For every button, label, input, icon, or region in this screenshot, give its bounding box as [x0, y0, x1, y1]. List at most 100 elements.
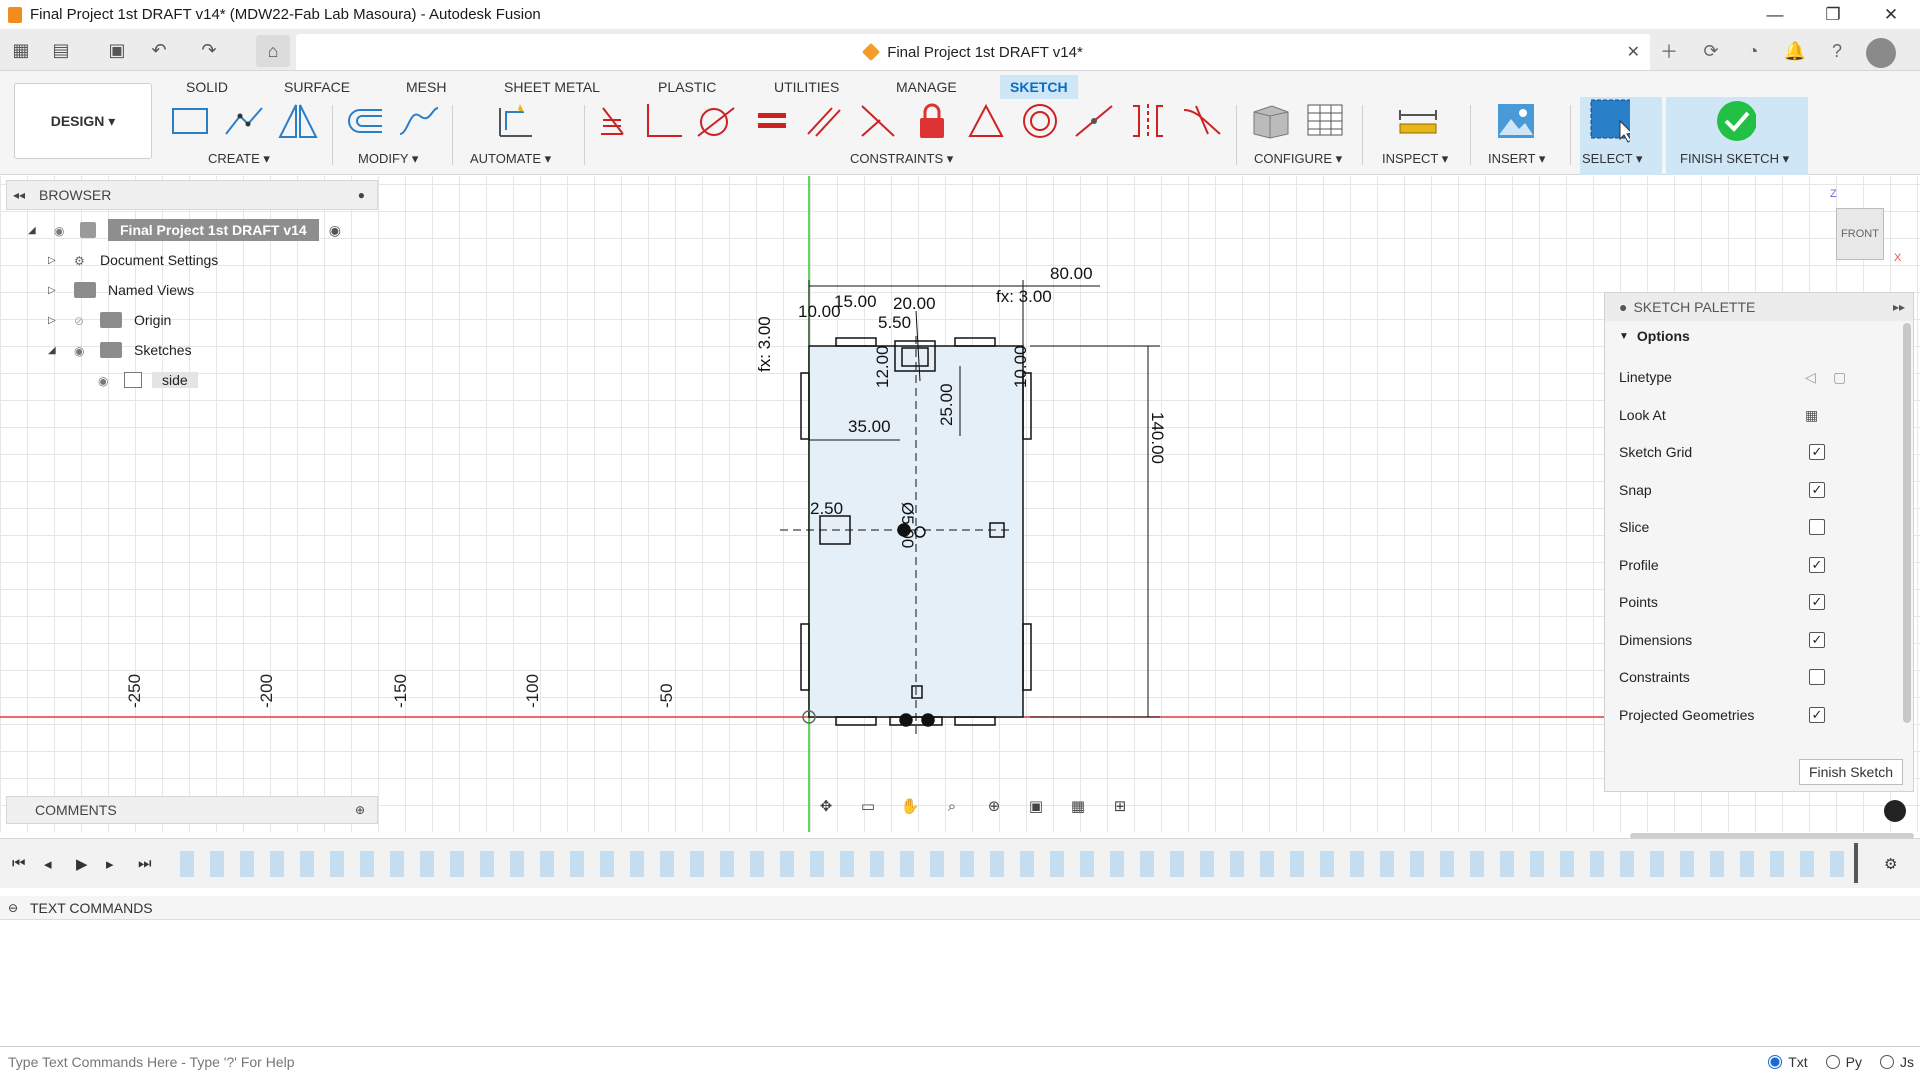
fix-lock-icon[interactable]: [912, 101, 952, 141]
look-at-calendar-icon[interactable]: ▦: [1805, 407, 1818, 424]
hidden-eye-icon[interactable]: ⊘: [74, 314, 92, 328]
create-menu[interactable]: CREATE ▾: [208, 151, 270, 167]
tab-solid[interactable]: SOLID: [176, 75, 238, 99]
file-menu-icon[interactable]: ▤: [50, 39, 72, 61]
midpoint-constraint-icon[interactable]: [1074, 101, 1114, 141]
expand-arrow-icon[interactable]: ▷: [48, 255, 62, 266]
select-window-icon[interactable]: [1590, 99, 1630, 143]
minimize-button[interactable]: —: [1746, 0, 1804, 29]
redo-icon[interactable]: ↷: [198, 39, 220, 61]
browser-root-row[interactable]: ◢ ◉ Final Project 1st DRAFT v14 ◉: [28, 218, 341, 242]
extensions-icon[interactable]: ⟳: [1698, 38, 1724, 64]
display-settings-icon[interactable]: ▣: [1020, 794, 1052, 818]
collinear-constraint-icon[interactable]: [858, 101, 898, 141]
dimensions-checkbox[interactable]: ✓: [1809, 632, 1825, 648]
text-command-input[interactable]: Type Text Commands Here - Type '?' For H…: [0, 1046, 1920, 1076]
configure-menu[interactable]: CONFIGURE ▾: [1254, 151, 1342, 167]
browser-panel-header[interactable]: ◂◂ BROWSER ●: [6, 180, 378, 210]
collapse-browser-icon[interactable]: ◂◂: [13, 188, 25, 202]
shortcut-icon[interactable]: [1884, 800, 1906, 822]
play-icon[interactable]: ▶: [76, 855, 88, 873]
pan-hand-icon[interactable]: ✋: [894, 794, 926, 818]
tab-sheet-metal[interactable]: SHEET METAL: [494, 75, 610, 99]
rectangle-tool-icon[interactable]: [170, 101, 210, 141]
step-back-icon[interactable]: ◂: [44, 855, 52, 873]
restore-button[interactable]: ❐: [1804, 0, 1862, 29]
orbit-icon[interactable]: ✥: [810, 794, 842, 818]
mode-js-radio[interactable]: Js: [1880, 1054, 1914, 1070]
look-at-icon[interactable]: ▭: [852, 794, 884, 818]
offset-tool-icon[interactable]: [344, 101, 384, 141]
slice-checkbox[interactable]: [1809, 519, 1825, 535]
equal-constraint-icon[interactable]: [752, 101, 792, 141]
add-comment-icon[interactable]: ⊕: [355, 803, 365, 817]
activate-radio-icon[interactable]: ◉: [329, 222, 341, 239]
zoom-icon[interactable]: ⌕: [936, 794, 968, 818]
tab-sketch[interactable]: SKETCH: [1000, 75, 1078, 99]
tab-surface[interactable]: SURFACE: [274, 75, 360, 99]
timeline-features[interactable]: [180, 851, 1852, 877]
profile-checkbox[interactable]: ✓: [1809, 557, 1825, 573]
browser-item-document-settings[interactable]: ▷ ⚙ Document Settings: [48, 248, 218, 272]
expand-arrow-icon[interactable]: ▷: [48, 285, 62, 296]
parallel-constraint-icon[interactable]: [804, 101, 844, 141]
document-tab-close-icon[interactable]: ✕: [1627, 42, 1640, 62]
tab-plastic[interactable]: PLASTIC: [648, 75, 726, 99]
job-status-icon[interactable]: ◔: [1740, 38, 1766, 64]
constraints-menu[interactable]: CONSTRAINTS ▾: [850, 151, 953, 167]
coincident-constraint-icon[interactable]: [592, 101, 632, 141]
curvature-constraint-icon[interactable]: [1182, 101, 1222, 141]
visibility-eye-icon[interactable]: ◉: [74, 344, 92, 358]
help-icon[interactable]: ?: [1824, 38, 1850, 64]
go-to-start-icon[interactable]: ⏮: [12, 855, 26, 872]
construction-linetype-icon[interactable]: ◁: [1805, 369, 1816, 386]
visibility-eye-icon[interactable]: ◉: [98, 374, 116, 388]
configure-table-icon[interactable]: [1306, 101, 1346, 141]
sketch-grid-checkbox[interactable]: ✓: [1809, 444, 1825, 460]
browser-root-label[interactable]: Final Project 1st DRAFT v14: [108, 219, 319, 241]
step-forward-icon[interactable]: ▸: [106, 855, 114, 873]
tab-utilities[interactable]: UTILITIES: [764, 75, 849, 99]
text-commands-collapse-icon[interactable]: ⊖: [8, 901, 18, 915]
view-cube[interactable]: FRONT: [1836, 208, 1884, 260]
browser-item-sketch-side[interactable]: ◉ side: [98, 368, 198, 392]
finish-sketch-button[interactable]: Finish Sketch: [1799, 759, 1903, 785]
insert-image-icon[interactable]: [1496, 101, 1536, 141]
points-checkbox[interactable]: ✓: [1809, 594, 1825, 610]
timeline-scrollbar[interactable]: [1630, 833, 1914, 839]
modify-menu[interactable]: MODIFY ▾: [358, 151, 418, 167]
palette-scrollbar[interactable]: [1903, 323, 1911, 723]
apps-grid-icon[interactable]: ▦: [10, 39, 32, 61]
finish-sketch-check-icon[interactable]: [1716, 101, 1756, 141]
sketch-palette-header[interactable]: ● SKETCH PALETTE ▸▸: [1605, 293, 1913, 321]
line-tool-icon[interactable]: [224, 101, 264, 141]
notifications-bell-icon[interactable]: 🔔: [1782, 38, 1808, 64]
collapse-arrow-icon[interactable]: ◢: [48, 345, 62, 356]
expand-arrow-icon[interactable]: ◢: [28, 225, 42, 236]
measure-ruler-icon[interactable]: [1398, 101, 1438, 141]
concentric-constraint-icon[interactable]: [1020, 101, 1060, 141]
view-cube-face[interactable]: FRONT: [1841, 228, 1879, 240]
select-menu[interactable]: SELECT ▾: [1582, 151, 1642, 167]
palette-expand-icon[interactable]: ▸▸: [1893, 300, 1905, 314]
workspace-switcher-button[interactable]: DESIGN ▾: [14, 83, 152, 159]
finish-sketch-menu[interactable]: FINISH SKETCH ▾: [1680, 151, 1789, 167]
undo-icon[interactable]: ↶: [148, 39, 170, 61]
zoom-window-icon[interactable]: ⊕: [978, 794, 1010, 818]
automate-dimension-icon[interactable]: [494, 101, 534, 141]
browser-item-sketches[interactable]: ◢ ◉ Sketches: [48, 338, 192, 362]
new-tab-icon[interactable]: ＋: [1656, 38, 1682, 64]
user-avatar[interactable]: [1866, 38, 1896, 68]
tangent-constraint-icon[interactable]: [696, 101, 736, 141]
expand-arrow-icon[interactable]: ▷: [48, 315, 62, 326]
text-commands-header[interactable]: ⊖ TEXT COMMANDS: [0, 896, 1920, 920]
tab-mesh[interactable]: MESH: [396, 75, 456, 99]
insert-menu[interactable]: INSERT ▾: [1488, 151, 1545, 167]
constraints-checkbox[interactable]: [1809, 669, 1825, 685]
document-tab[interactable]: Final Project 1st DRAFT v14* ✕: [296, 34, 1650, 70]
centerline-linetype-icon[interactable]: ▢: [1833, 369, 1846, 386]
save-icon[interactable]: ▣: [106, 39, 128, 61]
browser-pin-icon[interactable]: ●: [358, 188, 365, 202]
visibility-eye-icon[interactable]: ◉: [54, 224, 72, 238]
go-to-end-icon[interactable]: ⏭: [138, 855, 152, 872]
